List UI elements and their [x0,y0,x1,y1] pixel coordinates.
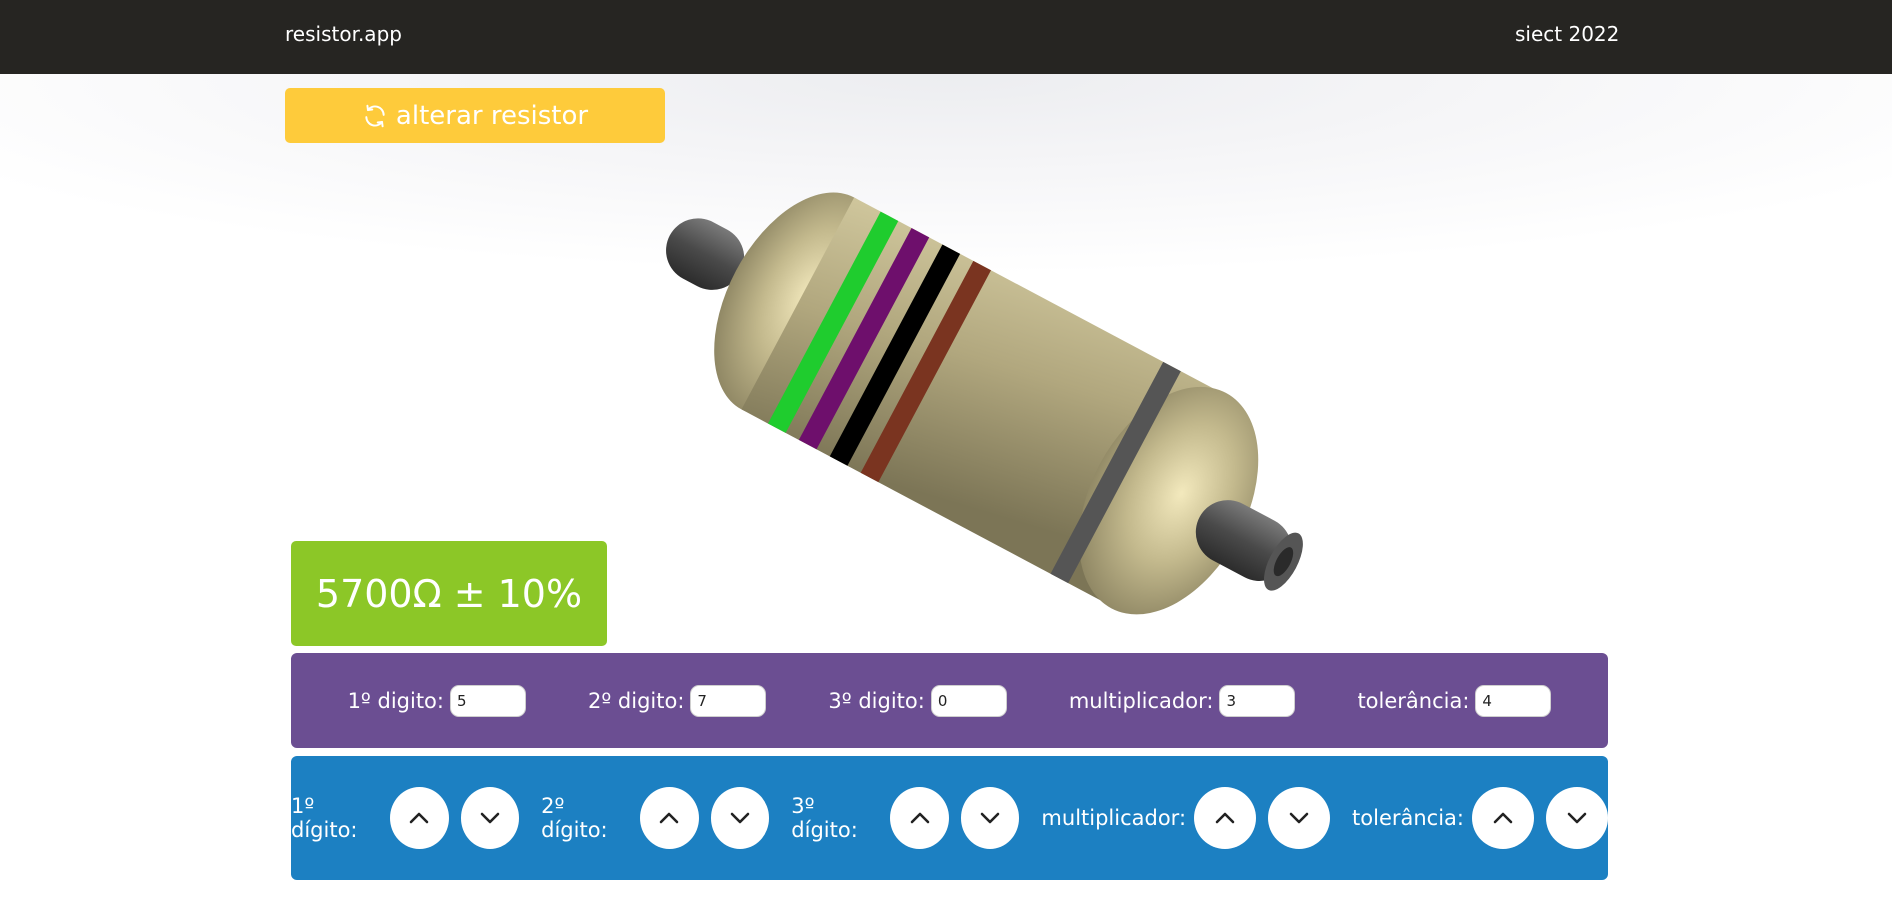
digit-3-up-button[interactable] [890,787,949,849]
multiplier-down-button[interactable] [1268,787,1331,849]
field-digit-3: 3º digito: [828,684,1007,717]
chevron-up-icon [1215,812,1235,824]
nav-right-text: siect 2022 [1515,22,1620,46]
digit-2-up-button[interactable] [640,787,699,849]
chevron-up-icon [910,812,929,824]
chevron-down-icon [980,812,1000,824]
chevron-down-icon [730,812,750,824]
field-label: 3º digito: [828,688,925,713]
stepper-label: multiplicador: [1041,806,1187,830]
digit-1-up-button[interactable] [390,787,449,849]
stepper-label: 1º dígito: [291,794,358,842]
digit-2-input[interactable] [690,684,767,717]
stepper-label: 3º dígito: [791,794,858,842]
chevron-down-icon [1567,812,1587,824]
stepper-digit-1: 1º dígito: [291,787,520,849]
stepper-buttons-panel: 1º dígito: 2º dígito: 3º dígito: multipl… [291,756,1609,880]
change-resistor-button[interactable]: alterar resistor [285,88,665,143]
field-label: tolerância: [1357,688,1470,713]
digit-inputs-panel: 1º digito: 2º digito: 3º digito: multipl… [291,653,1608,748]
navbar: resistor.app siect 2022 [0,0,1892,74]
tolerance-input[interactable] [1475,684,1552,717]
stepper-label: tolerância: [1352,806,1465,830]
stepper-multiplier: multiplicador: [1041,787,1331,849]
chevron-up-icon [1493,812,1513,824]
digit-1-down-button[interactable] [460,787,520,849]
digit-3-input[interactable] [930,684,1007,717]
stepper-digit-3: 3º dígito: [791,787,1020,849]
chevron-down-icon [1289,812,1309,824]
tolerance-up-button[interactable] [1472,787,1535,849]
field-digit-2: 2º digito: [587,684,767,717]
resistance-result: 5700Ω ± 10% [291,541,607,646]
field-label: multiplicador: [1068,688,1214,713]
field-label: 2º digito: [587,688,685,713]
stepper-digit-2: 2º dígito: [541,787,770,849]
field-tolerance: tolerância: [1357,684,1552,717]
resistor-3d-model [666,192,1303,615]
stepper-label: 2º dígito: [541,794,608,842]
refresh-icon [362,103,388,129]
field-label: 1º digito: [347,688,444,713]
chevron-down-icon [480,812,500,824]
multiplier-up-button[interactable] [1194,787,1257,849]
chevron-up-icon [410,812,429,824]
multiplier-input[interactable] [1219,684,1296,717]
digit-2-down-button[interactable] [710,787,770,849]
field-digit-1: 1º digito: [347,684,526,717]
digit-3-down-button[interactable] [960,787,1020,849]
tolerance-down-button[interactable] [1546,787,1609,849]
brand-link[interactable]: resistor.app [285,22,402,46]
chevron-up-icon [660,812,679,824]
digit-1-input[interactable] [449,684,526,717]
stepper-tolerance: tolerância: [1352,787,1609,849]
change-resistor-label: alterar resistor [395,100,589,131]
field-multiplier: multiplicador: [1068,684,1296,717]
